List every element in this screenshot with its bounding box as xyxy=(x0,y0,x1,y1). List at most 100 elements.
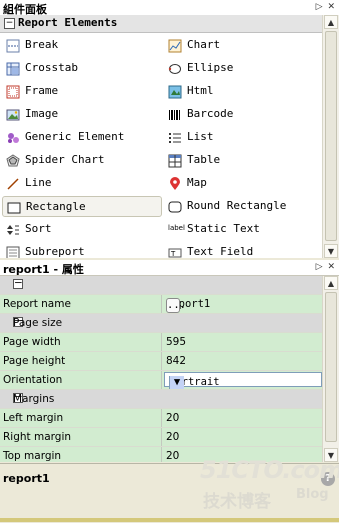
palette-item-label: Barcode xyxy=(187,107,234,120)
property-key: Page height xyxy=(0,352,162,370)
palette-item-label: Break xyxy=(25,38,59,51)
scroll-thumb[interactable] xyxy=(325,292,337,442)
property-key-label: Left margin xyxy=(3,412,64,424)
palette-item-subreport[interactable]: Subreport xyxy=(2,242,162,258)
ellipse-icon xyxy=(168,61,182,75)
property-value[interactable]: 842 xyxy=(162,352,323,370)
palette-item-text-field[interactable]: T Text Field xyxy=(164,242,324,258)
property-key-label: Top margin xyxy=(3,450,62,462)
property-key: Page width xyxy=(0,333,162,351)
property-value[interactable]: 20 xyxy=(162,428,323,446)
html-icon xyxy=(168,84,182,99)
spider-chart-icon xyxy=(6,153,20,167)
property-key: Top margin xyxy=(0,447,162,462)
palette-item-chart[interactable]: Chart xyxy=(164,35,324,56)
property-key-label: Orientation xyxy=(3,374,63,386)
property-value-text: 595 xyxy=(166,336,187,348)
palette-item-image[interactable]: Image xyxy=(2,104,162,125)
palette-item-label: Line xyxy=(25,176,52,189)
edit-ellipsis-button[interactable]: ... xyxy=(166,298,186,313)
generic-element-icon xyxy=(6,130,20,144)
property-key-label: Page height xyxy=(3,355,66,367)
category-label: Page size xyxy=(13,317,63,329)
palette-panel-controls[interactable]: ▷ ✕ xyxy=(316,2,336,12)
watermark-line1: 51CTO.com xyxy=(200,456,339,484)
bottom-border xyxy=(0,518,339,522)
property-key-label: Page width xyxy=(3,336,61,348)
image-icon xyxy=(6,107,20,121)
line-icon xyxy=(6,176,20,190)
property-row-right-margin[interactable]: Right margin 20 xyxy=(0,428,323,447)
property-value[interactable]: 595 xyxy=(162,333,323,351)
collapse-icon[interactable]: − xyxy=(4,18,15,29)
chevron-down-icon[interactable]: ▼ xyxy=(169,376,184,389)
palette-item-rectangle[interactable]: Rectangle xyxy=(2,196,162,217)
palette-item-sort[interactable]: Sort xyxy=(2,219,162,240)
watermark-line3: Blog xyxy=(296,487,329,502)
property-value-text: 842 xyxy=(166,355,187,367)
palette-item-frame[interactable]: Frame xyxy=(2,81,162,102)
watermark-line2: 技术博客 xyxy=(203,492,271,512)
property-category-page-size[interactable]: − Page size xyxy=(0,314,323,333)
round-rectangle-icon xyxy=(168,199,182,213)
palette-item-round-rectangle[interactable]: Round Rectangle xyxy=(164,196,324,217)
property-key-label: Report name xyxy=(3,298,71,310)
scroll-down-arrow-icon[interactable]: ▼ xyxy=(324,244,338,258)
palette-item-spider-chart[interactable]: Spider Chart xyxy=(2,150,162,171)
break-icon xyxy=(6,38,20,53)
property-value-text: 20 xyxy=(166,431,180,443)
property-category-margins[interactable]: − Margins xyxy=(0,390,323,409)
palette-item-static-text[interactable]: label Static Text xyxy=(164,219,324,240)
report-elements-palette: − Report Elements Break Crosstab Frame Imag… xyxy=(0,15,339,258)
palette-item-label: Chart xyxy=(187,38,221,51)
palette-scrollbar[interactable]: ▲ ▼ xyxy=(322,15,339,258)
scroll-up-arrow-icon[interactable]: ▲ xyxy=(324,15,338,29)
scroll-thumb[interactable] xyxy=(325,31,337,241)
property-key: Left margin xyxy=(0,409,162,427)
palette-item-label: Subreport xyxy=(25,245,85,258)
sort-icon xyxy=(6,222,20,236)
palette-panel-titlebar: 組件面板 ▷ ✕ xyxy=(0,0,339,16)
palette-item-crosstab[interactable]: Crosstab xyxy=(2,58,162,79)
chart-icon xyxy=(168,38,182,53)
palette-item-line[interactable]: Line xyxy=(2,173,162,194)
palette-item-html[interactable]: Html xyxy=(164,81,324,102)
palette-item-table[interactable]: Table xyxy=(164,150,324,171)
orientation-select[interactable]: Portrait ▼ xyxy=(164,372,322,389)
palette-item-break[interactable]: Break xyxy=(2,35,162,56)
report-elements-group-header[interactable]: − Report Elements xyxy=(0,15,323,33)
palette-item-barcode[interactable]: Barcode xyxy=(164,104,324,125)
property-row-page-height[interactable]: Page height 842 xyxy=(0,352,323,371)
property-row-orientation[interactable]: Orientation Portrait ▼ xyxy=(0,371,323,390)
description-title: report1 xyxy=(3,472,50,485)
crosstab-icon xyxy=(6,61,20,76)
palette-item-label: Round Rectangle xyxy=(187,199,287,212)
property-value-text: 20 xyxy=(166,412,180,424)
property-value[interactable]: Portrait ▼ xyxy=(162,371,323,389)
properties-panel-title: report1 - 属性 xyxy=(3,263,84,276)
palette-item-ellipse[interactable]: Ellipse xyxy=(164,58,324,79)
property-value[interactable]: report1... xyxy=(162,295,323,313)
static-text-icon: label xyxy=(168,224,185,232)
palette-item-label: Text Field xyxy=(187,245,254,258)
property-key: Report name xyxy=(0,295,162,313)
palette-item-map[interactable]: Map xyxy=(164,173,324,194)
palette-item-generic-element[interactable]: Generic Element xyxy=(2,127,162,148)
category-label: Margins xyxy=(13,393,55,405)
properties-scrollbar[interactable]: ▲ ▼ xyxy=(322,276,339,462)
properties-panel-controls[interactable]: ▷ ✕ xyxy=(316,262,336,272)
category-cell: − Page size xyxy=(0,314,162,332)
palette-item-label: Static Text xyxy=(187,222,260,235)
palette-item-list[interactable]: List xyxy=(164,127,324,148)
property-row-page-width[interactable]: Page width 595 xyxy=(0,333,323,352)
collapse-icon[interactable]: − xyxy=(13,278,23,289)
svg-text:T: T xyxy=(170,250,176,258)
category-filler xyxy=(162,390,323,408)
property-row-left-margin[interactable]: Left margin 20 xyxy=(0,409,323,428)
property-row-report-name[interactable]: Report name report1... xyxy=(0,295,323,314)
palette-item-label: Html xyxy=(187,84,214,97)
property-category[interactable]: − xyxy=(0,276,323,295)
scroll-up-arrow-icon[interactable]: ▲ xyxy=(324,276,338,290)
barcode-icon xyxy=(168,107,182,121)
property-value[interactable]: 20 xyxy=(162,409,323,427)
